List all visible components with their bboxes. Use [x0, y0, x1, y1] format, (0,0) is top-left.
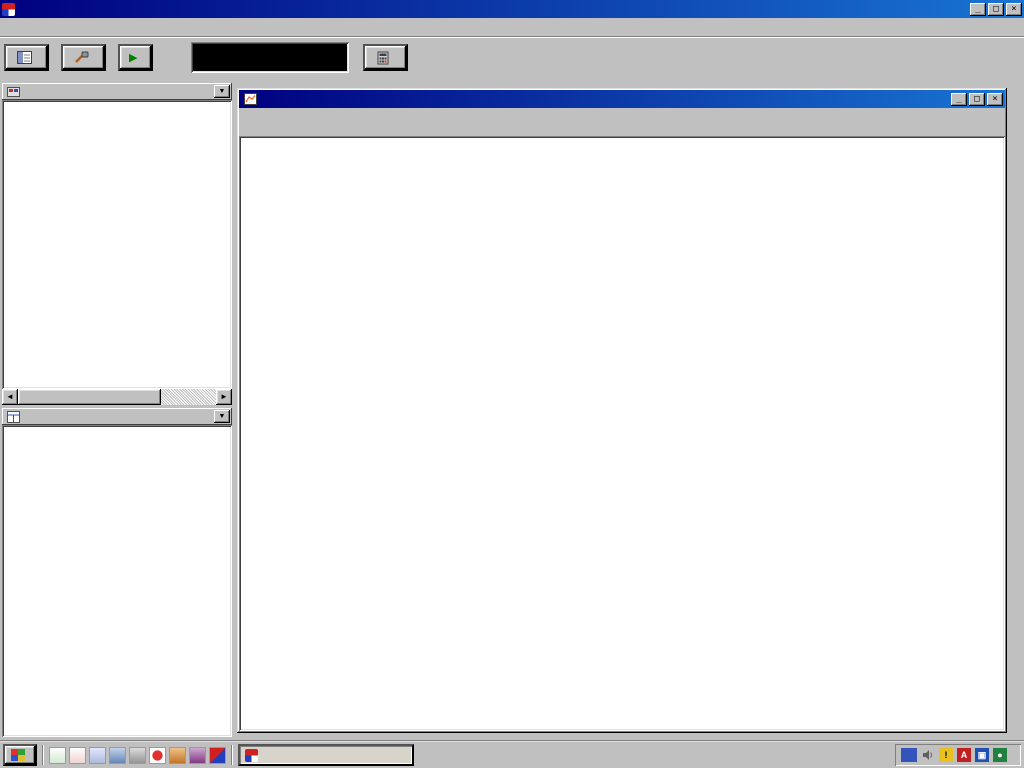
- quicklaunch-icon[interactable]: [89, 747, 106, 764]
- quicklaunch-icon[interactable]: [49, 747, 66, 764]
- displays-panel-header: ▼: [2, 408, 232, 425]
- taskbar-separator: [231, 745, 233, 765]
- app-icon: [245, 749, 258, 762]
- setup-button[interactable]: [61, 44, 106, 71]
- scroll-left-button[interactable]: ◄: [2, 389, 18, 405]
- quicklaunch-icon[interactable]: [149, 747, 166, 764]
- scroll-right-button[interactable]: ►: [216, 389, 232, 405]
- play-icon: ▶: [129, 51, 137, 64]
- scheduler-tray-icon[interactable]: !: [939, 748, 953, 762]
- graph-window-icon: [241, 93, 259, 105]
- quicklaunch-icon[interactable]: [129, 747, 146, 764]
- workspace: ▼ ◄ ► ▼ _ □ ×: [0, 77, 1024, 741]
- quicklaunch-icon[interactable]: [69, 747, 86, 764]
- restore-button[interactable]: □: [988, 3, 1004, 16]
- data-tree: [2, 100, 232, 389]
- scrollbar-track[interactable]: [18, 389, 216, 405]
- graph-restore-button[interactable]: □: [969, 93, 985, 106]
- displays-panel-menu-button[interactable]: ▼: [214, 410, 230, 423]
- taskbar: ! A ▣ ●: [0, 741, 1024, 768]
- close-button[interactable]: ×: [1006, 3, 1022, 16]
- data-horizontal-scrollbar[interactable]: ◄ ►: [2, 389, 232, 405]
- calculator-icon: [374, 51, 392, 65]
- graph-toolbar: [239, 108, 1005, 134]
- quicklaunch-icon[interactable]: [189, 747, 206, 764]
- data-panel-header: ▼: [2, 83, 232, 100]
- quicklaunch-icon[interactable]: [169, 747, 186, 764]
- start-menu-button[interactable]: [3, 744, 37, 766]
- system-tray: ! A ▣ ●: [895, 744, 1021, 766]
- graph-close-button[interactable]: ×: [987, 93, 1003, 106]
- window-titlebar: _ □ ×: [0, 0, 1024, 18]
- setup-icon: [72, 51, 90, 64]
- network-status-icon[interactable]: ●: [993, 748, 1007, 762]
- graph-window: _ □ ×: [237, 88, 1007, 733]
- quicklaunch-icon[interactable]: [109, 747, 126, 764]
- antivirus-tray-icon[interactable]: A: [957, 748, 971, 762]
- windows-logo-icon: [11, 749, 25, 761]
- display-settings-icon[interactable]: ▣: [975, 748, 989, 762]
- task-button-datastudio[interactable]: [238, 744, 414, 766]
- graph-window-titlebar: _ □ ×: [239, 90, 1005, 108]
- summary-panel: ▼ ◄ ► ▼: [0, 77, 236, 741]
- summary-icon: [15, 51, 33, 64]
- data-header-icon: [4, 86, 22, 98]
- quicklaunch-icon[interactable]: [209, 747, 226, 764]
- scrollbar-thumb[interactable]: [18, 389, 161, 405]
- app-icon: [2, 3, 15, 16]
- displays-tree: [2, 425, 232, 737]
- main-toolbar: ▶: [0, 38, 1024, 77]
- volume-icon[interactable]: [921, 748, 935, 762]
- calculate-button[interactable]: [363, 44, 408, 71]
- plot-area[interactable]: [239, 136, 1005, 731]
- datastudio-window: _ □ × ▶: [0, 0, 1024, 768]
- start-button[interactable]: ▶: [118, 44, 153, 71]
- minimize-button[interactable]: _: [970, 3, 986, 16]
- displays-header-icon: [4, 411, 22, 423]
- menu-bar: [0, 18, 1024, 37]
- graph-minimize-button[interactable]: _: [951, 93, 967, 106]
- language-indicator[interactable]: [901, 748, 917, 762]
- summary-button[interactable]: [4, 44, 49, 71]
- chart-svg: [241, 138, 1003, 731]
- taskbar-separator: [42, 745, 44, 765]
- data-panel-menu-button[interactable]: ▼: [214, 85, 230, 98]
- experiment-timer: [191, 42, 349, 73]
